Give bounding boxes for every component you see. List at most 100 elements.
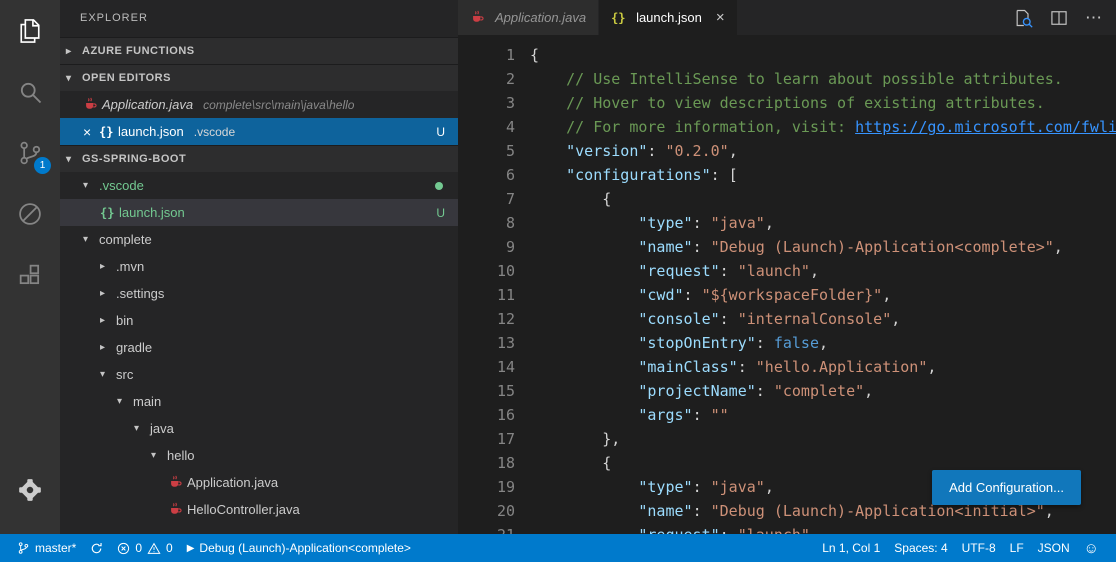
tree-folder-src[interactable]: ▾src (60, 361, 458, 388)
section-azure-functions[interactable]: ▸AZURE FUNCTIONS (60, 37, 458, 64)
code-text: "stopOnEntry": false, (515, 331, 828, 355)
line-number: 9 (458, 235, 515, 259)
chevron-down-icon: ▾ (100, 369, 116, 380)
open-editor-launch-json[interactable]: ×{}launch.json.vscodeU (60, 118, 458, 145)
item-label: hello (167, 448, 194, 463)
line-number: 6 (458, 163, 515, 187)
indentation-status[interactable]: Spaces: 4 (887, 541, 954, 555)
line-number: 17 (458, 427, 515, 451)
java-file-icon (470, 10, 489, 25)
tab-application-java[interactable]: Application.java (458, 0, 599, 35)
item-label: .vscode (99, 178, 144, 193)
code-text: { (515, 187, 611, 211)
line-number: 13 (458, 331, 515, 355)
explorer-icon[interactable] (0, 0, 60, 61)
item-label: complete (99, 232, 152, 247)
tree-folder-hello[interactable]: ▾hello (60, 442, 458, 469)
debug-icon[interactable] (0, 183, 60, 244)
scm-badge: 1 (34, 157, 51, 174)
code-line: 6 "configurations": [ (458, 163, 1116, 187)
problems-status[interactable]: 0 0 (110, 534, 179, 562)
item-label: launch.json (119, 205, 185, 220)
debug-config-name: Debug (Launch)-Application<complete> (199, 541, 410, 555)
open-editor-application-java[interactable]: Application.javacomplete\src\main\java\h… (60, 91, 458, 118)
code-line: 8 "type": "java", (458, 211, 1116, 235)
line-number: 8 (458, 211, 515, 235)
section-open-editors[interactable]: ▾OPEN EDITORS (60, 64, 458, 91)
gear-icon[interactable] (0, 459, 60, 520)
section-gs-spring-boot[interactable]: ▾GS-SPRING-BOOT (60, 145, 458, 172)
open-changes-icon[interactable] (1013, 8, 1033, 28)
source-control-icon[interactable]: 1 (0, 122, 60, 183)
code-text: "version": "0.2.0", (515, 139, 738, 163)
tab-label: Application.java (495, 10, 586, 25)
debug-launch-status[interactable]: ▶ Debug (Launch)-Application<complete> (180, 534, 418, 562)
item-label: Application.java (102, 97, 193, 112)
code-text: "projectName": "complete", (515, 379, 873, 403)
explorer-tree: ▸AZURE FUNCTIONS▾OPEN EDITORSApplication… (60, 37, 458, 523)
sync-button[interactable] (83, 534, 110, 562)
sidebar-title: EXPLORER (60, 0, 458, 37)
chevron-down-icon: ▾ (117, 396, 133, 407)
item-label: .mvn (116, 259, 144, 274)
extensions-icon[interactable] (0, 244, 60, 305)
warning-icon (147, 542, 161, 555)
eol-status[interactable]: LF (1003, 541, 1031, 555)
item-label: launch.json (118, 124, 184, 139)
code-line: 9 "name": "Debug (Launch)-Application<co… (458, 235, 1116, 259)
code-line: 12 "console": "internalConsole", (458, 307, 1116, 331)
tree-folder-gradle[interactable]: ▸gradle (60, 334, 458, 361)
tree-folder-main[interactable]: ▾main (60, 388, 458, 415)
tree-file-launch-json[interactable]: {}launch.jsonU (60, 199, 458, 226)
tree-folder-mvn[interactable]: ▸.mvn (60, 253, 458, 280)
close-icon[interactable]: × (716, 9, 725, 26)
sync-icon (90, 542, 103, 555)
line-number: 18 (458, 451, 515, 475)
line-number: 3 (458, 91, 515, 115)
tree-folder-java[interactable]: ▾java (60, 415, 458, 442)
play-icon: ▶ (187, 543, 195, 554)
encoding-status[interactable]: UTF-8 (955, 541, 1003, 555)
close-icon[interactable]: × (83, 124, 99, 140)
java-file-icon (168, 502, 187, 517)
tab-launch-json[interactable]: {}launch.json× (599, 0, 738, 35)
tree-folder-settings[interactable]: ▸.settings (60, 280, 458, 307)
item-label: gradle (116, 340, 152, 355)
language-mode[interactable]: JSON (1031, 541, 1077, 555)
tree-folder-vscode[interactable]: ▾.vscode (60, 172, 458, 199)
cursor-position[interactable]: Ln 1, Col 1 (815, 541, 887, 555)
code-text: { (515, 43, 539, 67)
item-label: bin (116, 313, 133, 328)
status-bar: master* 0 0 ▶ Debug (Launch)-Application… (0, 534, 1116, 562)
tree-file-application-java[interactable]: Application.java (60, 469, 458, 496)
git-branch-status[interactable]: master* (10, 534, 83, 562)
split-editor-icon[interactable] (1049, 8, 1069, 28)
line-number: 21 (458, 523, 515, 534)
chevron-right-icon: ▸ (100, 261, 116, 272)
line-number: 5 (458, 139, 515, 163)
line-number: 19 (458, 475, 515, 499)
feedback-smiley-icon[interactable]: ☺ (1077, 540, 1106, 557)
code-line: 11 "cwd": "${workspaceFolder}", (458, 283, 1116, 307)
code-line: 10 "request": "launch", (458, 259, 1116, 283)
code-line: 15 "projectName": "complete", (458, 379, 1116, 403)
code-editor[interactable]: 1{2 // Use IntelliSense to learn about p… (458, 35, 1116, 534)
item-label: src (116, 367, 133, 382)
code-text: "console": "internalConsole", (515, 307, 900, 331)
branch-name: master* (35, 541, 76, 555)
add-configuration-button[interactable]: Add Configuration... (932, 470, 1081, 505)
line-number: 12 (458, 307, 515, 331)
item-label: java (150, 421, 174, 436)
chevron-right-icon: ▸ (100, 342, 116, 353)
code-line: 5 "version": "0.2.0", (458, 139, 1116, 163)
tree-folder-complete[interactable]: ▾complete (60, 226, 458, 253)
code-text: "cwd": "${workspaceFolder}", (515, 283, 891, 307)
chevron-down-icon: ▾ (83, 180, 99, 191)
tree-file-hellocontroller-java[interactable]: HelloController.java (60, 496, 458, 523)
code-line: 7 { (458, 187, 1116, 211)
tree-folder-bin[interactable]: ▸bin (60, 307, 458, 334)
line-number: 15 (458, 379, 515, 403)
json-file-icon: {} (100, 206, 119, 220)
search-icon[interactable] (0, 61, 60, 122)
more-actions-icon[interactable]: ⋯ (1085, 8, 1102, 28)
